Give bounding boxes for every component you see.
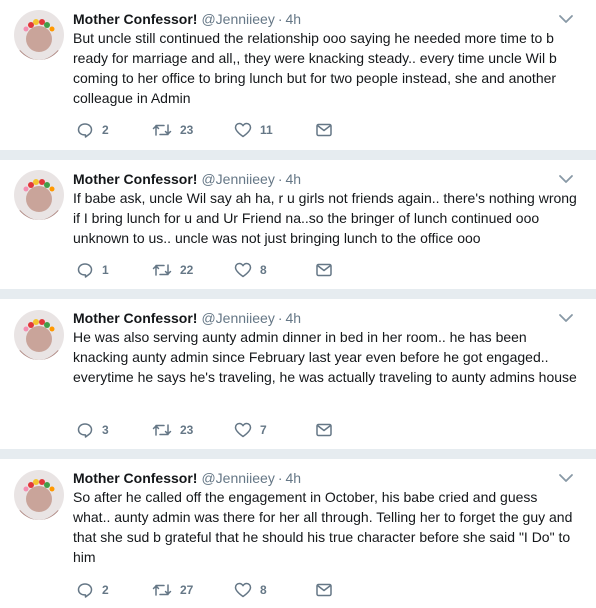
separator-dot: · [277, 310, 283, 326]
separator-dot: · [277, 171, 283, 187]
reply-button[interactable]: 2 [76, 580, 109, 600]
user-handle[interactable]: @Jenniieey [201, 470, 274, 486]
heart-icon [234, 262, 252, 278]
tweet[interactable]: Mother Confessor! @Jenniieey · 4h He was al… [0, 299, 596, 449]
avatar[interactable] [14, 10, 64, 60]
heart-icon [234, 122, 252, 138]
like-count: 7 [260, 423, 267, 437]
display-name[interactable]: Mother Confessor! [73, 310, 197, 326]
tweet-actions: 3 23 7 [76, 420, 346, 440]
direct-message-button[interactable] [315, 420, 333, 440]
chevron-down-icon[interactable] [558, 472, 574, 484]
envelope-icon [316, 583, 332, 597]
retweet-count: 23 [180, 123, 194, 137]
reply-count: 2 [102, 123, 109, 137]
avatar[interactable] [14, 470, 64, 520]
tweet-separator [0, 150, 596, 160]
chevron-down-icon[interactable] [558, 173, 574, 185]
direct-message-button[interactable] [315, 580, 333, 600]
retweet-icon [152, 584, 172, 596]
direct-message-button[interactable] [315, 260, 333, 280]
tweet-header: Mother Confessor! @Jenniieey · 4h [73, 170, 301, 188]
tweet-actions: 2 27 8 [76, 580, 346, 600]
avatar[interactable] [14, 310, 64, 360]
like-count: 8 [260, 583, 267, 597]
heart-icon [234, 582, 252, 598]
direct-message-button[interactable] [315, 120, 333, 140]
envelope-icon [316, 123, 332, 137]
tweet-header: Mother Confessor! @Jenniieey · 4h [73, 10, 301, 28]
tweet-actions: 1 22 8 [76, 260, 346, 280]
tweet[interactable]: Mother Confessor! @Jenniieey · 4h So after … [0, 459, 596, 608]
retweet-button[interactable]: 23 [152, 120, 193, 140]
tweet[interactable]: Mother Confessor! @Jenniieey · 4h But uncle… [0, 0, 596, 150]
separator-dot: · [277, 11, 283, 27]
timestamp[interactable]: 4h [286, 11, 302, 27]
reply-icon [77, 583, 93, 598]
reply-button[interactable]: 2 [76, 120, 109, 140]
envelope-icon [316, 423, 332, 437]
retweet-button[interactable]: 23 [152, 420, 193, 440]
display-name[interactable]: Mother Confessor! [73, 470, 197, 486]
user-handle[interactable]: @Jenniieey [201, 171, 274, 187]
reply-count: 3 [102, 423, 109, 437]
reply-count: 1 [102, 263, 109, 277]
timestamp[interactable]: 4h [286, 310, 302, 326]
user-handle[interactable]: @Jenniieey [201, 11, 274, 27]
retweet-count: 27 [180, 583, 194, 597]
timestamp[interactable]: 4h [286, 470, 302, 486]
chevron-down-icon[interactable] [558, 13, 574, 25]
reply-icon [77, 123, 93, 138]
reply-count: 2 [102, 583, 109, 597]
tweet[interactable]: Mother Confessor! @Jenniieey · 4h If babe a… [0, 160, 596, 289]
like-button[interactable]: 7 [234, 420, 267, 440]
reply-icon [77, 423, 93, 438]
display-name[interactable]: Mother Confessor! [73, 11, 197, 27]
chevron-down-icon[interactable] [558, 312, 574, 324]
envelope-icon [316, 263, 332, 277]
tweet-separator [0, 289, 596, 299]
display-name[interactable]: Mother Confessor! [73, 171, 197, 187]
tweet-text: He was also serving aunty admin dinner i… [73, 329, 577, 385]
tweet-header: Mother Confessor! @Jenniieey · 4h [73, 469, 301, 487]
tweet-header: Mother Confessor! @Jenniieey · 4h [73, 309, 301, 327]
retweet-button[interactable]: 22 [152, 260, 193, 280]
separator-dot: · [277, 470, 283, 486]
retweet-icon [152, 264, 172, 276]
retweet-icon [152, 424, 172, 436]
like-count: 11 [260, 123, 273, 137]
tweet-actions: 2 23 11 [76, 120, 346, 140]
user-handle[interactable]: @Jenniieey [201, 310, 274, 326]
reply-button[interactable]: 3 [76, 420, 109, 440]
like-count: 8 [260, 263, 267, 277]
retweet-button[interactable]: 27 [152, 580, 193, 600]
reply-icon [77, 263, 93, 278]
like-button[interactable]: 8 [234, 260, 267, 280]
timestamp[interactable]: 4h [286, 171, 302, 187]
retweet-count: 23 [180, 423, 194, 437]
tweet-text: If babe ask, uncle Wil say ah ha, r u gi… [73, 190, 577, 246]
tweet-text: So after he called off the engagement in… [73, 489, 573, 565]
like-button[interactable]: 8 [234, 580, 267, 600]
retweet-count: 22 [180, 263, 194, 277]
retweet-icon [152, 124, 172, 136]
tweet-separator [0, 449, 596, 459]
reply-button[interactable]: 1 [76, 260, 109, 280]
tweet-text: But uncle still continued the relationsh… [73, 30, 557, 106]
avatar[interactable] [14, 170, 64, 220]
heart-icon [234, 422, 252, 438]
like-button[interactable]: 11 [234, 120, 273, 140]
